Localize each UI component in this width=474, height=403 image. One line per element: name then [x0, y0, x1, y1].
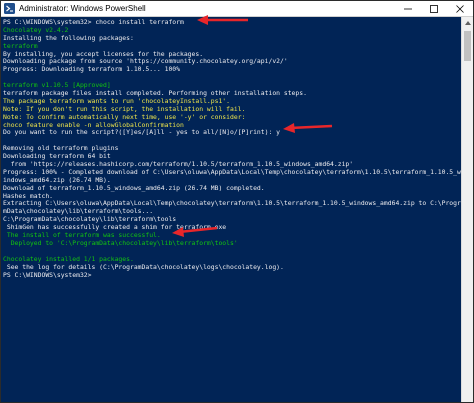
scroll-up-button[interactable] [462, 17, 473, 29]
scroll-thumb[interactable] [464, 31, 471, 61]
console-line: PS C:\WINDOWS\system32> [3, 270, 92, 279]
minimize-icon [404, 8, 412, 9]
console-line: Progress: Downloading terraform 1.10.5..… [3, 65, 180, 74]
powershell-icon [4, 3, 15, 14]
console-line: Do you want to run the script?([Y]es/[A]… [3, 128, 281, 137]
chevron-up-icon [464, 21, 471, 25]
maximize-icon [430, 4, 438, 13]
console-line: Installing the following packages: [3, 33, 134, 42]
minimize-button[interactable] [395, 1, 421, 17]
window-title: Administrator: Windows PowerShell [19, 4, 146, 13]
title-bar[interactable]: Administrator: Windows PowerShell [1, 1, 473, 17]
console-output[interactable]: PS C:\WINDOWS\system32> choco install te… [1, 17, 461, 402]
close-button[interactable] [447, 1, 473, 17]
console-line: PS C:\WINDOWS\system32> choco install te… [3, 18, 184, 26]
vertical-scrollbar[interactable] [461, 17, 473, 402]
close-icon [456, 4, 464, 13]
maximize-button[interactable] [421, 1, 447, 17]
window-controls [395, 1, 473, 17]
console-line: Download of terraform_1.10.5_windows_amd… [3, 183, 265, 192]
console-line: Deployed to 'C:\ProgramData\chocolatey\l… [3, 238, 238, 247]
powershell-window: Administrator: Windows PowerShell PS C:\… [0, 0, 474, 403]
